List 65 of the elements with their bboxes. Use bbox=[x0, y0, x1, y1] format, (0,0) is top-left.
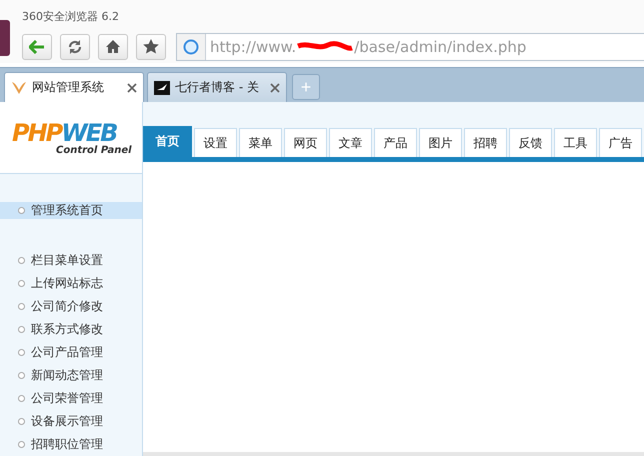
bullet-icon bbox=[18, 349, 25, 356]
redaction-scribble bbox=[296, 40, 354, 54]
nav-tab[interactable]: 广告 bbox=[599, 128, 642, 157]
home-icon bbox=[105, 39, 121, 54]
logo-subtitle: Control Panel bbox=[56, 145, 133, 156]
home-button[interactable] bbox=[98, 34, 128, 60]
refresh-icon bbox=[67, 38, 83, 54]
sidebar-label: 招聘职位管理 bbox=[31, 436, 103, 453]
bullet-icon bbox=[18, 207, 25, 214]
nav-tab[interactable]: 设置 bbox=[194, 128, 237, 157]
nav-tab[interactable]: 图片 bbox=[419, 128, 462, 157]
bullet-icon bbox=[18, 395, 25, 402]
close-icon[interactable] bbox=[270, 82, 280, 92]
tab-label: 七行者博客 - 关 bbox=[175, 79, 260, 96]
sidebar-item[interactable]: 公司荣誉管理 bbox=[0, 387, 142, 410]
close-icon[interactable] bbox=[127, 82, 137, 92]
nav-tab[interactable]: 菜单 bbox=[239, 128, 282, 157]
nav-tab[interactable]: 工具 bbox=[554, 128, 597, 157]
url-text: /base/admin/index.php bbox=[354, 38, 526, 56]
sidebar-item[interactable]: 栏目菜单设置 bbox=[0, 249, 142, 272]
browser-tab[interactable]: 网站管理系统 bbox=[4, 72, 144, 102]
nav-tab[interactable]: 首页 bbox=[143, 126, 192, 157]
browser-avatar bbox=[0, 20, 10, 56]
refresh-button[interactable] bbox=[60, 34, 90, 60]
logo-text: PHP bbox=[12, 119, 62, 147]
sidebar-item[interactable]: 招聘职位管理 bbox=[0, 433, 142, 456]
sidebar-label: 新闻动态管理 bbox=[31, 367, 103, 384]
sidebar-label: 公司简介修改 bbox=[31, 298, 103, 315]
window-title: 360安全浏览器 6.2 bbox=[22, 9, 119, 24]
bookmark-button[interactable] bbox=[136, 34, 166, 60]
globe-icon bbox=[183, 38, 199, 54]
bullet-icon bbox=[18, 280, 25, 287]
url-text: http://www. bbox=[210, 38, 296, 56]
tab-label: 网站管理系统 bbox=[32, 79, 105, 96]
sidebar-label: 设备展示管理 bbox=[31, 413, 103, 430]
star-icon bbox=[143, 39, 159, 54]
bird-icon bbox=[154, 80, 170, 94]
back-button[interactable] bbox=[22, 34, 52, 60]
nav-tab[interactable]: 反馈 bbox=[509, 128, 552, 157]
nav-tab[interactable]: 产品 bbox=[374, 128, 417, 157]
nav-tab[interactable]: 招聘 bbox=[464, 128, 507, 157]
sidebar-item[interactable]: 公司简介修改 bbox=[0, 295, 142, 318]
sidebar-item[interactable]: 新闻动态管理 bbox=[0, 364, 142, 387]
browser-tab[interactable]: 七行者博客 - 关 bbox=[147, 72, 287, 102]
sidebar-item[interactable]: 管理系统首页 bbox=[0, 202, 142, 219]
bullet-icon bbox=[18, 257, 25, 264]
sidebar-item[interactable]: 设备展示管理 bbox=[0, 410, 142, 433]
sidebar-label: 上传网站标志 bbox=[31, 275, 103, 292]
bullet-icon bbox=[18, 303, 25, 310]
bullet-icon bbox=[18, 372, 25, 379]
sidebar-label: 联系方式修改 bbox=[31, 321, 103, 338]
wings-icon bbox=[11, 80, 27, 94]
bullet-icon bbox=[18, 418, 25, 425]
nav-tab[interactable]: 网页 bbox=[284, 128, 327, 157]
sidebar-label: 公司产品管理 bbox=[31, 344, 103, 361]
sidebar-item[interactable]: 上传网站标志 bbox=[0, 272, 142, 295]
sidebar-label: 公司荣誉管理 bbox=[31, 390, 103, 407]
bullet-icon bbox=[18, 441, 25, 448]
nav-tab[interactable]: 文章 bbox=[329, 128, 372, 157]
sidebar-item[interactable]: 联系方式修改 bbox=[0, 318, 142, 341]
sidebar-label: 栏目菜单设置 bbox=[31, 252, 103, 269]
bullet-icon bbox=[18, 326, 25, 333]
arrow-left-icon bbox=[29, 40, 45, 54]
sidebar-item[interactable]: 公司产品管理 bbox=[0, 341, 142, 364]
sidebar-label: 管理系统首页 bbox=[31, 202, 103, 219]
